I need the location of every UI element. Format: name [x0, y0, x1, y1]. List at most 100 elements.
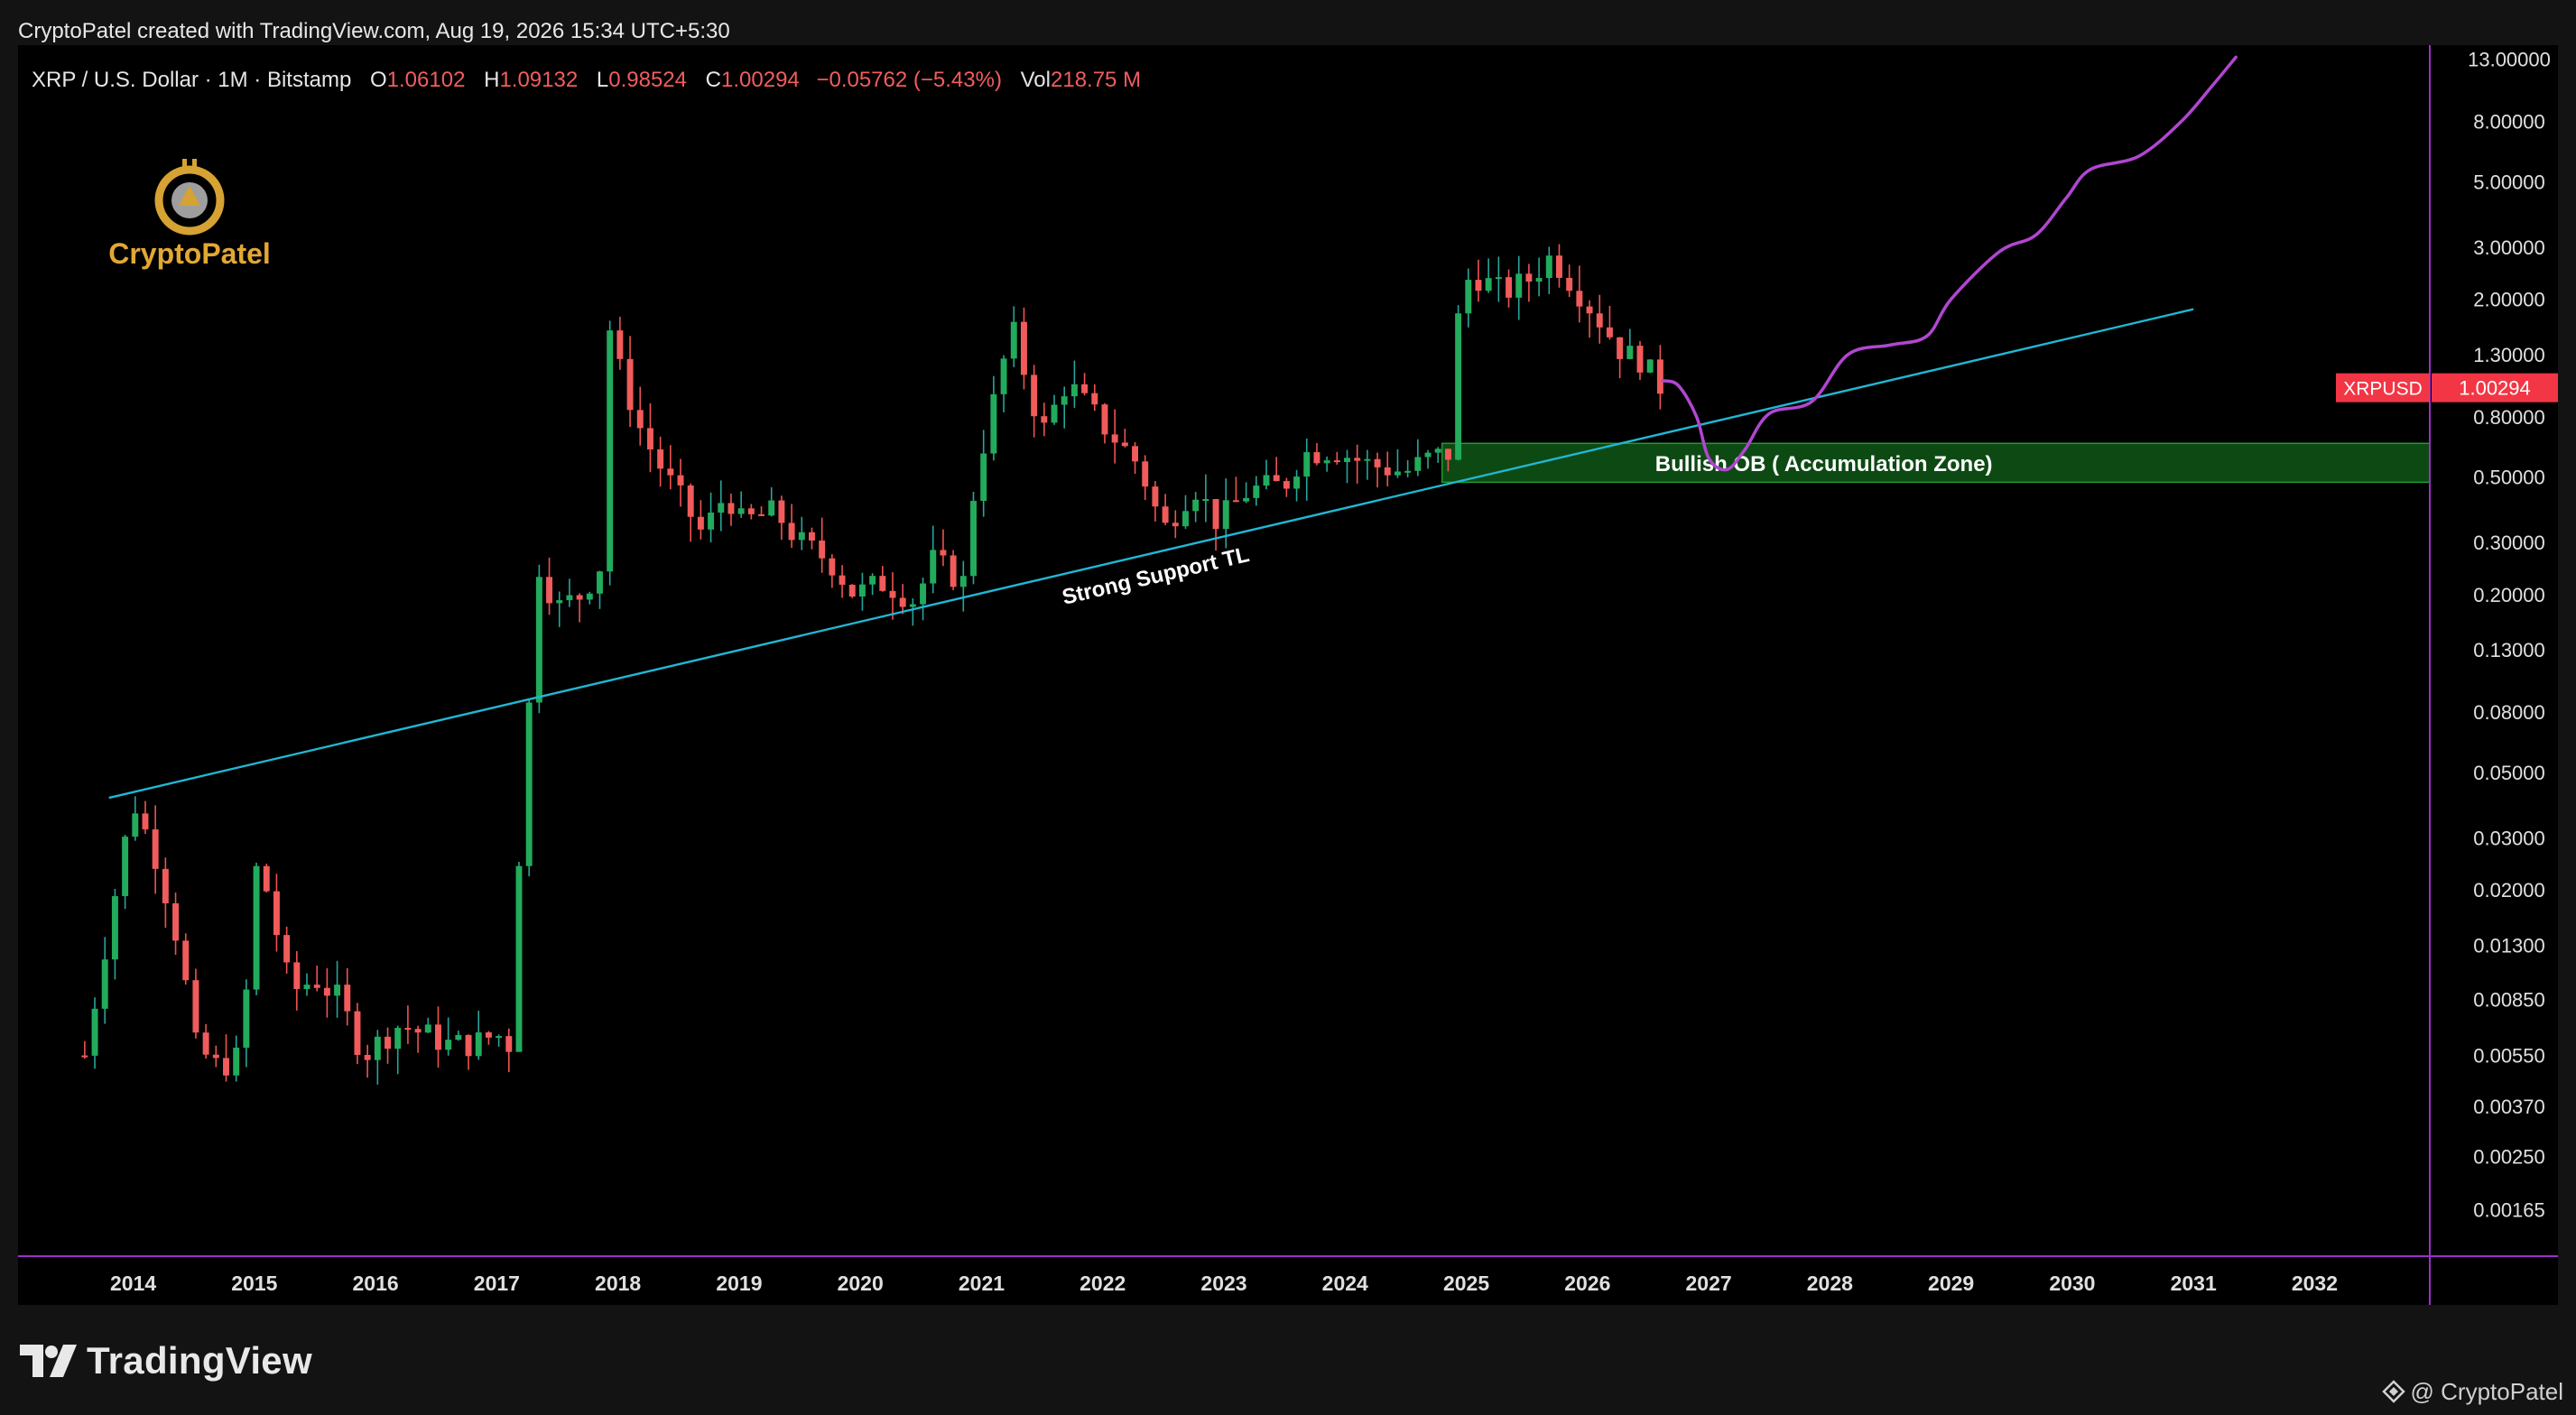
candle: [930, 525, 937, 594]
candle-body: [1111, 434, 1118, 443]
candle: [81, 1040, 88, 1059]
candle: [525, 700, 533, 877]
candle-body: [1152, 486, 1159, 507]
candle-body: [1070, 384, 1078, 397]
candle: [1404, 459, 1412, 477]
candle-body: [576, 595, 583, 600]
candle-body: [586, 593, 593, 600]
candle: [636, 386, 644, 446]
candle: [283, 926, 291, 974]
candle-body: [1636, 346, 1644, 373]
candle: [899, 584, 906, 615]
price-chart[interactable]: Bullish OB ( Accumulation Zone) Strong S…: [18, 45, 2558, 1305]
candle: [212, 1045, 219, 1068]
candle: [111, 888, 118, 980]
price-tick-label: 0.00550: [2473, 1045, 2545, 1068]
candle-body: [1586, 306, 1593, 314]
candle-body: [1202, 499, 1209, 502]
candle-body: [1192, 499, 1200, 512]
candle-body: [172, 903, 180, 941]
candle-body: [768, 500, 775, 516]
candle: [1545, 246, 1552, 294]
candle-body: [809, 532, 815, 541]
candle: [1636, 340, 1644, 381]
legend-open-value: 1.06102: [387, 68, 466, 92]
candle: [1384, 451, 1391, 486]
candle: [1495, 256, 1502, 302]
candle-body: [1333, 460, 1340, 463]
legend-low-label: L: [597, 68, 608, 92]
price-tick-label: 0.30000: [2473, 532, 2545, 554]
candle-body: [132, 813, 139, 837]
price-tick-label: 0.50000: [2473, 467, 2545, 489]
candle: [819, 517, 826, 573]
candle-body: [819, 541, 826, 559]
current-price-tag: XRPUSD 1.00294: [2336, 373, 2558, 402]
candle: [455, 1031, 462, 1041]
candle-body: [485, 1032, 492, 1038]
candle: [687, 483, 694, 542]
candle-body: [344, 985, 351, 1012]
candle: [1283, 477, 1290, 497]
candle-body: [313, 985, 320, 988]
candle: [445, 1017, 452, 1056]
candle-body: [1031, 375, 1038, 417]
candle: [1192, 492, 1200, 523]
candle-body: [1313, 452, 1320, 464]
candle: [1243, 482, 1250, 504]
candle: [1576, 265, 1583, 323]
candle-body: [283, 935, 291, 963]
candle: [1111, 409, 1118, 464]
logo-wordmark: CryptoPatel: [108, 237, 271, 270]
candle: [1656, 345, 1663, 410]
candle-body: [1576, 291, 1583, 307]
candle-body: [1404, 470, 1412, 473]
candles-layer: [81, 244, 1663, 1085]
candle-body: [1455, 313, 1462, 460]
time-tick-label: 2023: [1200, 1272, 1246, 1295]
candle-body: [1354, 458, 1361, 461]
candle: [1273, 457, 1280, 482]
candle-body: [1535, 278, 1543, 282]
candle-body: [829, 558, 836, 576]
candle: [586, 591, 593, 605]
candle: [1424, 449, 1432, 469]
time-tick-label: 2016: [353, 1272, 399, 1295]
candle: [385, 1027, 391, 1064]
candle-body: [930, 550, 937, 584]
candle-body: [334, 985, 341, 996]
candle-body: [354, 1011, 361, 1055]
candle-body: [1475, 280, 1482, 291]
candle: [1465, 268, 1472, 328]
candle-body: [727, 503, 735, 514]
candle-body: [1121, 442, 1128, 447]
accumulation-zone-layer: Bullish OB ( Accumulation Zone): [1441, 442, 2431, 484]
candle-body: [424, 1024, 431, 1033]
candle: [1222, 478, 1229, 549]
candle-body: [607, 330, 614, 572]
candle-body: [1434, 449, 1441, 453]
candle: [1556, 244, 1562, 288]
candle: [303, 973, 310, 996]
candle-body: [798, 532, 805, 541]
candle: [1475, 259, 1482, 302]
candle: [1617, 337, 1624, 379]
candle: [839, 565, 846, 598]
time-tick-label: 2019: [716, 1272, 762, 1295]
candle: [1596, 294, 1603, 344]
candle-body: [1000, 358, 1007, 394]
candle-body: [1384, 467, 1391, 476]
candle: [394, 1025, 402, 1075]
candle: [758, 505, 764, 516]
legend-close-label: C: [706, 68, 721, 92]
candle-body: [889, 590, 896, 598]
candle-body: [1232, 500, 1239, 503]
candle-body: [1626, 346, 1634, 359]
candle-body: [162, 868, 169, 904]
tradingview-brand[interactable]: TradingView: [20, 1336, 312, 1386]
candle-body: [667, 468, 674, 476]
tradingview-badge-icon: [2381, 1380, 2405, 1403]
candle-body: [990, 393, 997, 454]
candle: [990, 375, 997, 461]
candle: [404, 1005, 412, 1044]
